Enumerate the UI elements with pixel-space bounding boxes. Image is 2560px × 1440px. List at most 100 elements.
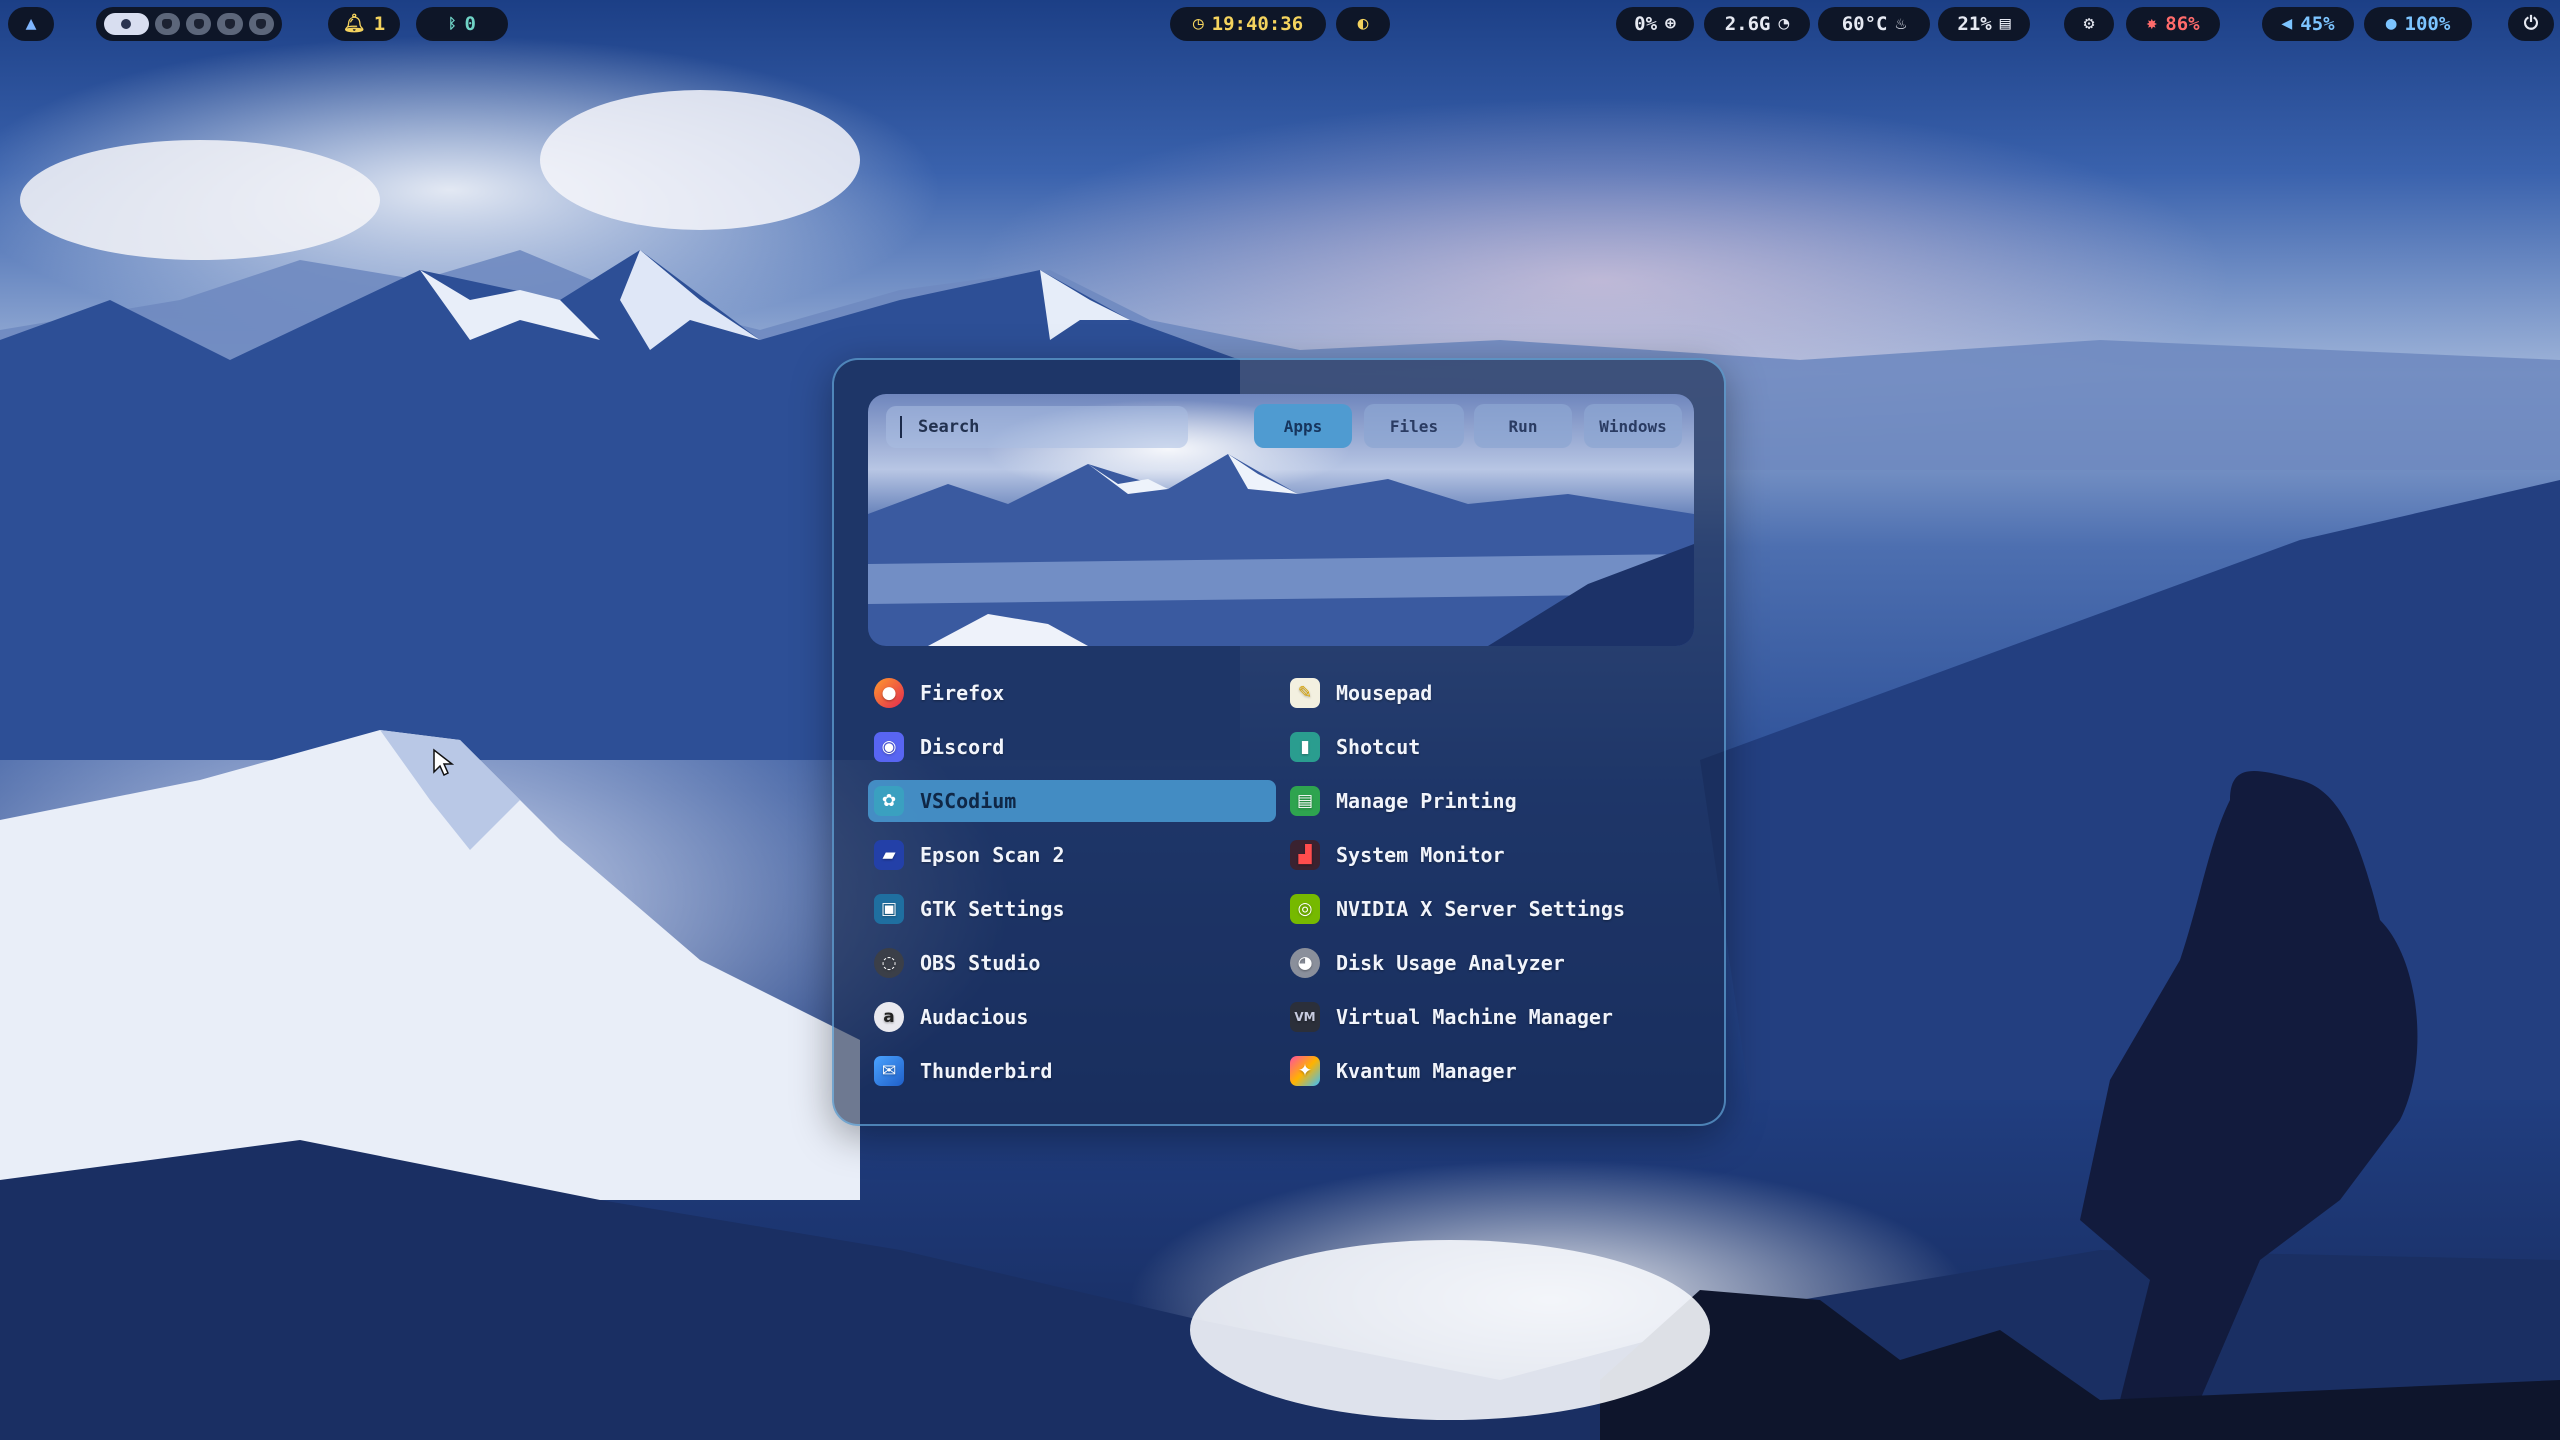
app-label: Epson Scan 2 bbox=[920, 843, 1065, 867]
workspace-4[interactable] bbox=[217, 13, 243, 35]
cpu-value: 0% bbox=[1634, 13, 1658, 35]
app-label: Manage Printing bbox=[1336, 789, 1517, 813]
settings-button[interactable]: ⚙ bbox=[2064, 7, 2114, 41]
app-label: Disk Usage Analyzer bbox=[1336, 951, 1565, 975]
app-label: Firefox bbox=[920, 681, 1005, 705]
app-epson-scan[interactable]: ▰ Epson Scan 2 bbox=[868, 834, 1276, 876]
clock-time: 19:40:36 bbox=[1211, 13, 1304, 35]
disk-value: 21% bbox=[1957, 13, 1992, 35]
notifications-count: 1 bbox=[373, 13, 386, 35]
tab-run[interactable]: Run bbox=[1474, 404, 1572, 448]
disk-icon: ▤ bbox=[1999, 13, 2011, 34]
volume-widget[interactable]: ◀ 45% bbox=[2262, 7, 2354, 41]
bell-icon: 🔔︎ bbox=[342, 13, 366, 34]
app-label: NVIDIA X Server Settings bbox=[1336, 897, 1625, 921]
tab-apps[interactable]: Apps bbox=[1254, 404, 1352, 448]
app-label: Discord bbox=[920, 735, 1005, 759]
app-label: Mousepad bbox=[1336, 681, 1433, 705]
bluetooth-button[interactable]: ᛒ 0 bbox=[416, 7, 508, 41]
app-shotcut[interactable]: ▮ Shotcut bbox=[1284, 726, 1692, 768]
scanner-icon: ▰ bbox=[874, 840, 904, 870]
search-input[interactable] bbox=[916, 416, 1150, 438]
nvidia-icon: ◎ bbox=[1290, 894, 1320, 924]
idle-toggle[interactable]: ◐ bbox=[1336, 7, 1390, 41]
app-system-monitor[interactable]: ▟ System Monitor bbox=[1284, 834, 1692, 876]
memory-icon: ◔ bbox=[1778, 13, 1790, 34]
system-monitor-icon: ▟ bbox=[1290, 840, 1320, 870]
app-virtual-machine-manager[interactable]: VM Virtual Machine Manager bbox=[1284, 996, 1692, 1038]
arch-logo-icon: ▲ bbox=[25, 13, 37, 34]
printer-icon: ▤ bbox=[1290, 786, 1320, 816]
launcher-header: Apps Files Run Windows bbox=[868, 394, 1694, 646]
tab-files[interactable]: Files bbox=[1364, 404, 1464, 448]
mic-value: 100% bbox=[2404, 13, 2451, 35]
shotcut-icon: ▮ bbox=[1290, 732, 1320, 762]
kvantum-icon: ✦ bbox=[1290, 1056, 1320, 1086]
app-kvantum-manager[interactable]: ✦ Kvantum Manager bbox=[1284, 1050, 1692, 1092]
flame-icon: ♨ bbox=[1895, 13, 1907, 34]
discord-icon: ◉ bbox=[874, 732, 904, 762]
app-label: GTK Settings bbox=[920, 897, 1065, 921]
toggle-icon: ◐ bbox=[1357, 13, 1369, 34]
clock[interactable]: ◷ 19:40:36 bbox=[1170, 7, 1326, 41]
vm-icon: VM bbox=[1290, 1002, 1320, 1032]
cpu-widget[interactable]: 0% ⊕ bbox=[1616, 7, 1694, 41]
workspace-5[interactable] bbox=[248, 13, 275, 35]
obs-icon: ◌ bbox=[874, 948, 904, 978]
app-label: Virtual Machine Manager bbox=[1336, 1005, 1613, 1029]
menu-button[interactable]: ▲ bbox=[8, 7, 54, 41]
app-label: System Monitor bbox=[1336, 843, 1505, 867]
app-label: OBS Studio bbox=[920, 951, 1041, 975]
vscodium-icon: ✿ bbox=[874, 786, 904, 816]
audacious-icon: a bbox=[874, 1002, 904, 1032]
app-label: Shotcut bbox=[1336, 735, 1421, 759]
search-field[interactable] bbox=[886, 406, 1188, 448]
workspace-1[interactable] bbox=[104, 13, 149, 35]
app-disk-usage-analyzer[interactable]: ◕ Disk Usage Analyzer bbox=[1284, 942, 1692, 984]
app-label: Audacious bbox=[920, 1005, 1029, 1029]
workspaces bbox=[96, 7, 282, 41]
app-gtk-settings[interactable]: ▣ GTK Settings bbox=[868, 888, 1276, 930]
power-icon: ⏻ bbox=[2523, 13, 2539, 34]
app-thunderbird[interactable]: ✉ Thunderbird bbox=[868, 1050, 1276, 1092]
disk-usage-icon: ◕ bbox=[1290, 948, 1320, 978]
brightness-value: 86% bbox=[2165, 13, 2200, 35]
app-audacious[interactable]: a Audacious bbox=[868, 996, 1276, 1038]
app-discord[interactable]: ◉ Discord bbox=[868, 726, 1276, 768]
power-button[interactable]: ⏻ bbox=[2508, 7, 2554, 41]
cpu-icon: ⊕ bbox=[1665, 13, 1676, 34]
app-manage-printing[interactable]: ▤ Manage Printing bbox=[1284, 780, 1692, 822]
temperature-value: 60°C bbox=[1841, 13, 1888, 35]
app-label: Kvantum Manager bbox=[1336, 1059, 1517, 1083]
app-vscodium[interactable]: ✿ VSCodium bbox=[868, 780, 1276, 822]
app-mousepad[interactable]: ✎ Mousepad bbox=[1284, 672, 1692, 714]
disk-widget[interactable]: 21% ▤ bbox=[1938, 7, 2030, 41]
app-launcher: Apps Files Run Windows ● Firefox ◉ Disco… bbox=[832, 358, 1726, 1126]
brightness-icon: ✸ bbox=[2146, 13, 2158, 34]
mic-widget[interactable]: ● 100% bbox=[2364, 7, 2472, 41]
temperature-widget[interactable]: 60°C ♨ bbox=[1818, 7, 1930, 41]
top-bar: ▲ 🔔︎ 1 ᛒ 0 ◷ 19:40:36 ◐ 0% ⊕ 2.6G ◔ 60°C… bbox=[0, 0, 2560, 48]
app-label: Thunderbird bbox=[920, 1059, 1053, 1083]
speaker-icon: ◀ bbox=[2281, 13, 2293, 34]
app-label: VSCodium bbox=[920, 789, 1017, 813]
app-obs-studio[interactable]: ◌ OBS Studio bbox=[868, 942, 1276, 984]
bluetooth-count: 0 bbox=[464, 13, 476, 35]
clock-icon: ◷ bbox=[1192, 13, 1204, 34]
workspace-2[interactable] bbox=[154, 13, 181, 35]
app-nvidia-settings[interactable]: ◎ NVIDIA X Server Settings bbox=[1284, 888, 1692, 930]
tab-windows[interactable]: Windows bbox=[1584, 404, 1682, 448]
volume-value: 45% bbox=[2300, 13, 2335, 35]
workspace-3[interactable] bbox=[186, 13, 212, 35]
gear-icon: ⚙ bbox=[2083, 13, 2095, 34]
brightness-widget[interactable]: ✸ 86% bbox=[2126, 7, 2220, 41]
bluetooth-icon: ᛒ bbox=[448, 16, 457, 32]
firefox-icon: ● bbox=[874, 678, 904, 708]
mousepad-icon: ✎ bbox=[1290, 678, 1320, 708]
memory-widget[interactable]: 2.6G ◔ bbox=[1704, 7, 1810, 41]
notifications-button[interactable]: 🔔︎ 1 bbox=[328, 7, 400, 41]
app-firefox[interactable]: ● Firefox bbox=[868, 672, 1276, 714]
microphone-icon: ● bbox=[2385, 13, 2397, 34]
mouse-cursor bbox=[433, 748, 454, 777]
text-cursor bbox=[900, 416, 902, 438]
